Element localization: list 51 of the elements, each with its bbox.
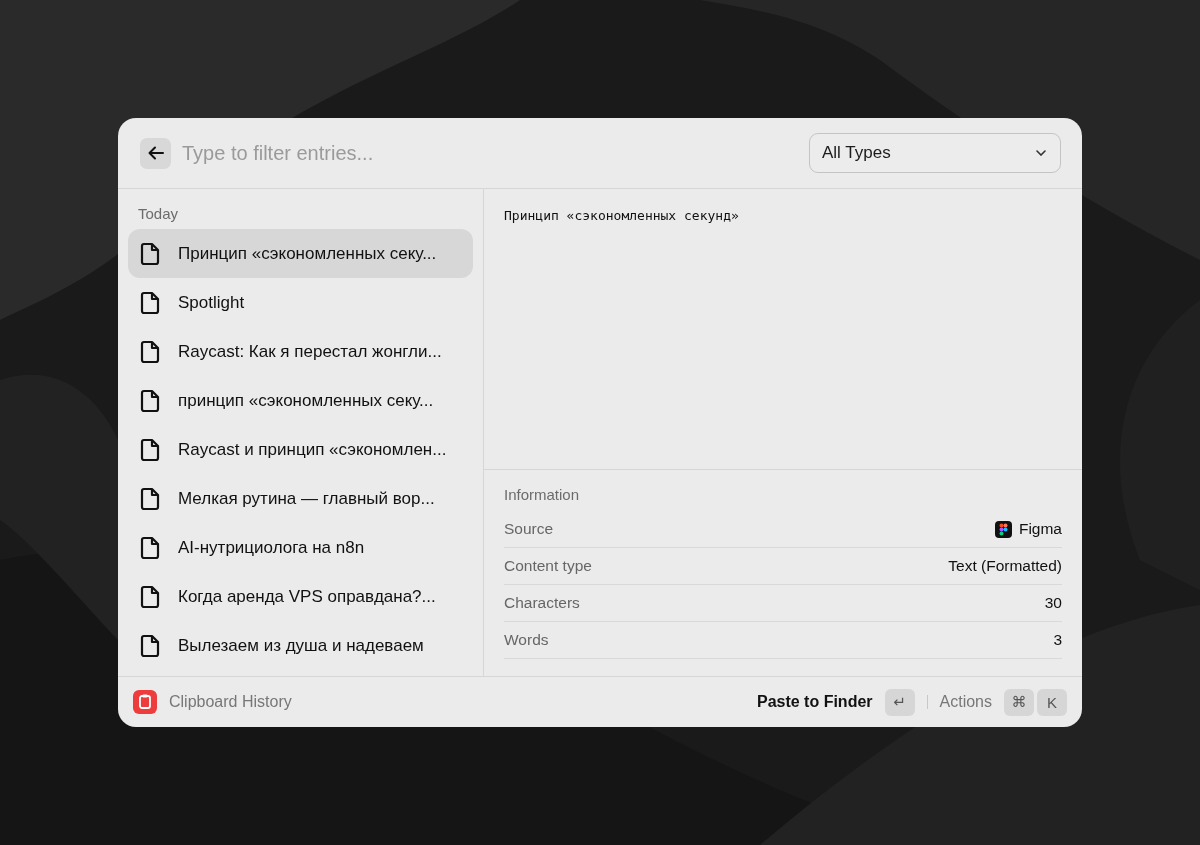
clipboard-entry[interactable]: Raycast и принцип «сэкономлен... — [128, 425, 473, 474]
clipboard-entry[interactable]: Принцип «сэкономленных секу... — [128, 229, 473, 278]
info-value: Text (Formatted) — [948, 557, 1062, 575]
document-icon — [140, 437, 160, 462]
information-heading: Information — [504, 486, 581, 503]
entry-label: Вылезаем из душа и надеваем — [178, 635, 424, 656]
clipboard-entry[interactable]: Raycast: Как я перестал жонгли... — [128, 327, 473, 376]
clipboard-entry[interactable]: Spotlight — [128, 278, 473, 327]
entry-label: принцип «сэкономленных секу... — [178, 390, 434, 411]
entry-label: Мелкая рутина — главный вор... — [178, 488, 435, 509]
document-icon — [140, 486, 160, 511]
search-field[interactable]: Type to filter entries... — [180, 140, 800, 166]
info-label: Content type — [504, 557, 592, 575]
shortcut-key: K — [1037, 688, 1067, 716]
document-icon — [140, 241, 160, 266]
section-heading: Today — [137, 204, 180, 224]
info-label: Characters — [504, 594, 580, 612]
entry-label: AI-нутрициолога на n8n — [178, 537, 365, 558]
shortcut-key: ↵ — [884, 688, 915, 716]
type-dropdown[interactable]: All Types — [809, 133, 1061, 173]
document-icon — [140, 290, 160, 315]
info-label: Words — [504, 631, 549, 649]
document-icon — [140, 535, 160, 560]
entry-label: Raycast: Как я перестал жонгли... — [178, 341, 442, 362]
info-value: Figma — [1018, 520, 1062, 538]
footer-title: Clipboard History — [169, 693, 293, 711]
entry-label: Принцип «сэкономленных секу... — [178, 243, 437, 264]
shortcut-key: ⌘ — [1004, 688, 1034, 716]
entry-label: Когда аренда VPS оправдана?... — [178, 586, 436, 607]
chevron-down-icon — [1036, 150, 1046, 156]
clipboard-entry[interactable]: Мелкая рутина — главный вор... — [128, 474, 473, 523]
entry-label: Spotlight — [178, 292, 245, 313]
document-icon — [140, 584, 160, 609]
document-icon — [140, 339, 160, 364]
paste-button[interactable]: Paste to Finder — [756, 693, 873, 711]
preview-text: Принцип «сэкономленных секунд» — [504, 208, 739, 223]
entry-label: Raycast и принцип «сэкономлен... — [178, 439, 447, 460]
actions-button[interactable]: Actions — [939, 693, 992, 711]
clipboard-entry[interactable]: AI-нутрициолога на n8n — [128, 523, 473, 572]
clipboard-app-icon — [133, 690, 157, 714]
clipboard-entry[interactable]: Вылезаем из душа и надеваем — [128, 621, 473, 670]
clipboard-entry[interactable]: принцип «сэкономленных секу... — [128, 376, 473, 425]
app-icon — [994, 520, 1012, 538]
info-value: 30 — [1044, 594, 1062, 612]
document-icon — [140, 633, 160, 658]
info-label: Source — [504, 520, 554, 538]
clipboard-entry[interactable]: Когда аренда VPS оправдана?... — [128, 572, 473, 621]
back-button[interactable] — [140, 137, 171, 169]
document-icon — [140, 388, 160, 413]
info-value: 3 — [1053, 631, 1062, 649]
back-arrow-icon — [147, 146, 164, 160]
